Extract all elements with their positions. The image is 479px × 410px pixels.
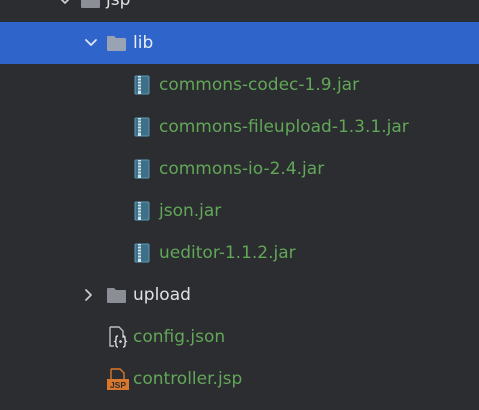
file-label: ueditor-1.1.2.jar: [159, 243, 296, 263]
file-label: commons-fileupload-1.3.1.jar: [159, 117, 409, 137]
tree-row-lib-folder[interactable]: lib: [0, 22, 479, 64]
tree-row-config-json[interactable]: config.json: [0, 316, 479, 358]
chevron-right-icon[interactable]: [81, 287, 97, 303]
file-label-config-json: config.json: [133, 327, 226, 347]
chevron-down-icon[interactable]: [83, 35, 99, 51]
jar-icon: [134, 117, 150, 137]
tree-row-upload-folder[interactable]: upload: [0, 274, 479, 316]
file-label: json.jar: [159, 201, 222, 221]
jar-icon: [134, 159, 150, 179]
jar-icon: [134, 201, 150, 221]
folder-label-upload: upload: [133, 285, 191, 305]
file-label: commons-codec-1.9.jar: [159, 75, 360, 95]
folder-label-lib: lib: [133, 33, 154, 53]
tree-row-jar[interactable]: ueditor-1.1.2.jar: [0, 232, 479, 274]
folder-icon: [107, 36, 126, 51]
tree-row-jar[interactable]: commons-io-2.4.jar: [0, 148, 479, 190]
tree-row-jar[interactable]: commons-codec-1.9.jar: [0, 64, 479, 106]
folder-label-jsp: jsp: [106, 0, 131, 10]
jsp-file-icon: JSP: [107, 368, 129, 390]
folder-icon: [107, 288, 126, 303]
tree-row-jsp-folder[interactable]: jsp: [0, 0, 479, 21]
tree-row-controller-jsp[interactable]: JSP controller.jsp: [0, 358, 479, 400]
chevron-down-icon[interactable]: [57, 0, 73, 9]
tree-row-jar[interactable]: commons-fileupload-1.3.1.jar: [0, 106, 479, 148]
json-file-icon: [109, 326, 128, 348]
file-label: commons-io-2.4.jar: [159, 159, 325, 179]
jar-icon: [134, 243, 150, 263]
jsp-badge-text: JSP: [110, 380, 126, 390]
jar-icon: [134, 75, 150, 95]
file-label-controller-jsp: controller.jsp: [133, 369, 243, 389]
folder-icon: [81, 0, 100, 8]
tree-row-jar[interactable]: json.jar: [0, 190, 479, 232]
